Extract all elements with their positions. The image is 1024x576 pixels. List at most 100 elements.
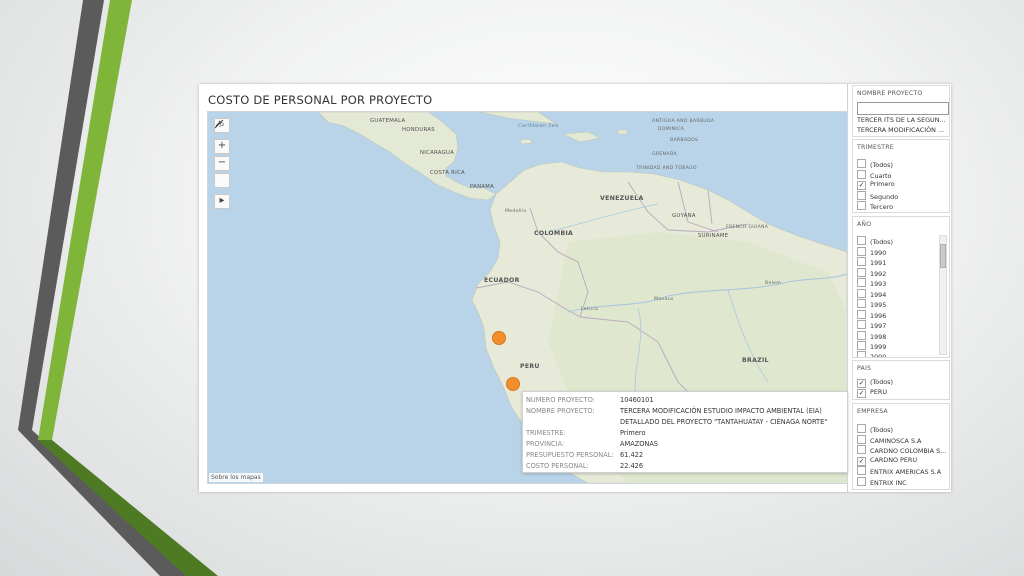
- anio-scrollbar[interactable]: [939, 235, 947, 355]
- trimestre-option[interactable]: (Todos): [857, 159, 893, 169]
- map-marker-selected[interactable]: [506, 377, 520, 391]
- option-label: (Todos): [870, 378, 894, 386]
- zoom-out-button[interactable]: −: [214, 156, 230, 171]
- checkbox-checked[interactable]: ✓: [857, 457, 866, 466]
- checkbox[interactable]: [857, 466, 866, 475]
- checkbox[interactable]: [857, 331, 866, 340]
- checkbox[interactable]: [857, 257, 866, 266]
- dashboard-title: COSTO DE PERSONAL POR PROYECTO: [208, 93, 433, 107]
- anio-option[interactable]: 1990: [857, 247, 886, 257]
- anio-option[interactable]: 1998: [857, 331, 886, 341]
- label-venezuela: VENEZUELA: [600, 195, 644, 202]
- checkbox[interactable]: [857, 320, 866, 329]
- checkbox[interactable]: [857, 247, 866, 256]
- checkbox[interactable]: [857, 278, 866, 287]
- empresa-option[interactable]: ✓ CARDNO PERU: [857, 456, 917, 466]
- anio-option[interactable]: 1997: [857, 320, 886, 330]
- tooltip-label: PRESUPUESTO PERSONAL:: [526, 451, 614, 459]
- label-belem: Belem: [765, 281, 782, 286]
- pais-option[interactable]: ✓ (Todos): [857, 378, 893, 388]
- checkbox[interactable]: [857, 477, 866, 486]
- checkbox[interactable]: [857, 435, 866, 444]
- pais-option[interactable]: ✓ PERU: [857, 388, 887, 398]
- label-nicaragua: NICARAGUA: [420, 150, 455, 156]
- option-label: CAMINOSCA S.A: [870, 437, 922, 445]
- label-costa-rica: COSTA RICA: [430, 170, 465, 176]
- checkbox[interactable]: [857, 201, 866, 210]
- checkbox[interactable]: [857, 159, 866, 168]
- checkbox[interactable]: [857, 445, 866, 454]
- checkbox[interactable]: [857, 310, 866, 319]
- empresa-option[interactable]: ENTRIX INC: [857, 477, 907, 487]
- anio-option[interactable]: (Todos): [857, 236, 893, 246]
- label-caribbean-sea: Caribbean Sea: [518, 123, 559, 129]
- label-honduras: HONDURAS: [402, 127, 435, 133]
- empresa-option[interactable]: (Todos): [857, 424, 893, 434]
- checkbox-checked[interactable]: ✓: [857, 379, 866, 388]
- mark-tooltip: NUMERO PROYECTO: 10460101 NOMBRE PROYECT…: [522, 391, 848, 473]
- option-label: (Todos): [870, 238, 894, 246]
- checkbox[interactable]: [857, 191, 866, 200]
- anio-option[interactable]: 2000: [857, 351, 886, 357]
- reset-zoom-icon[interactable]: [214, 119, 230, 188]
- label-trinidad: TRINIDAD AND TOBAGO: [636, 166, 697, 171]
- checkbox[interactable]: [857, 351, 866, 357]
- filter-nombre-proyecto: NOMBRE PROYECTO TERCER ITS DE LA SEGUN..…: [852, 85, 950, 137]
- option-label: Primero: [870, 180, 895, 188]
- checkbox[interactable]: [857, 424, 866, 433]
- checkbox-checked[interactable]: ✓: [857, 181, 866, 190]
- filter-header: PAIS: [857, 365, 872, 372]
- option-label: 1998: [870, 333, 887, 341]
- anio-option[interactable]: 1993: [857, 278, 886, 288]
- trimestre-option[interactable]: Cuarto: [857, 170, 891, 180]
- label-peru: PERU: [520, 363, 540, 370]
- filter-trimestre: TRIMESTRE (Todos) Cuarto ✓ Primero Segund…: [852, 139, 950, 213]
- project-item[interactable]: TERCERA MODIFICACIÓN ...: [857, 126, 944, 136]
- trimestre-option[interactable]: Segundo: [857, 191, 898, 201]
- option-label: 1999: [870, 343, 887, 351]
- option-label: (Todos): [870, 426, 894, 434]
- checkbox[interactable]: [857, 289, 866, 298]
- project-search-input[interactable]: [857, 102, 949, 115]
- trimestre-option[interactable]: Tercero: [857, 201, 893, 211]
- tooltip-value-cont: DETALLADO DEL PROYECTO "TANTAHUATAY - CI…: [620, 418, 828, 426]
- tooltip-value: 10460101: [620, 396, 654, 404]
- checkbox[interactable]: [857, 299, 866, 308]
- checkbox[interactable]: [857, 268, 866, 277]
- expand-toolbar-button[interactable]: ▸: [214, 194, 230, 209]
- empresa-option[interactable]: CARDNO COLOMBIA S...: [857, 445, 946, 455]
- tooltip-value: Primero: [620, 429, 646, 437]
- anio-option[interactable]: 1996: [857, 310, 886, 320]
- label-antigua: ANTIGUA AND BARBUDA: [652, 119, 715, 124]
- scrollbar-thumb[interactable]: [940, 244, 946, 268]
- label-panama: PANAMA: [470, 184, 495, 190]
- map-marker[interactable]: [492, 331, 506, 345]
- project-item[interactable]: TERCER ITS DE LA SEGUN...: [857, 116, 946, 126]
- label-colombia: COLOMBIA: [534, 230, 574, 237]
- anio-option[interactable]: 1994: [857, 289, 886, 299]
- anio-option[interactable]: 1991: [857, 257, 886, 267]
- map-attribution-link[interactable]: Sobre los mapas: [209, 473, 263, 482]
- anio-option[interactable]: 1999: [857, 341, 886, 351]
- anio-option[interactable]: 1995: [857, 299, 886, 309]
- option-label: ENTRIX INC: [870, 479, 907, 487]
- green-stripe-lower: [38, 440, 218, 576]
- tooltip-label: NOMBRE PROYECTO:: [526, 407, 595, 415]
- option-label: ENTRIX AMERICAS S.A: [870, 468, 942, 476]
- tooltip-value: AMAZONAS: [620, 440, 659, 448]
- tooltip-label: NUMERO PROYECTO:: [526, 396, 595, 404]
- trimestre-option[interactable]: ✓ Primero: [857, 180, 895, 190]
- zoom-in-button[interactable]: +: [214, 139, 230, 154]
- empresa-option[interactable]: ENTRIX AMERICAS S.A: [857, 466, 941, 476]
- option-label: CARDNO PERU: [870, 456, 918, 464]
- checkbox[interactable]: [857, 236, 866, 245]
- checkbox-checked[interactable]: ✓: [857, 389, 866, 398]
- map-worksheet: COSTO DE PERSONAL POR PROYECTO GUATEMALA…: [199, 84, 848, 492]
- option-label: 1995: [870, 301, 887, 309]
- checkbox[interactable]: [857, 341, 866, 350]
- anio-option[interactable]: 1992: [857, 268, 886, 278]
- checkbox[interactable]: [857, 170, 866, 179]
- label-manaus: Manaus: [654, 297, 674, 302]
- label-medellin: Medellin: [505, 209, 527, 214]
- empresa-option[interactable]: CAMINOSCA S.A: [857, 435, 921, 445]
